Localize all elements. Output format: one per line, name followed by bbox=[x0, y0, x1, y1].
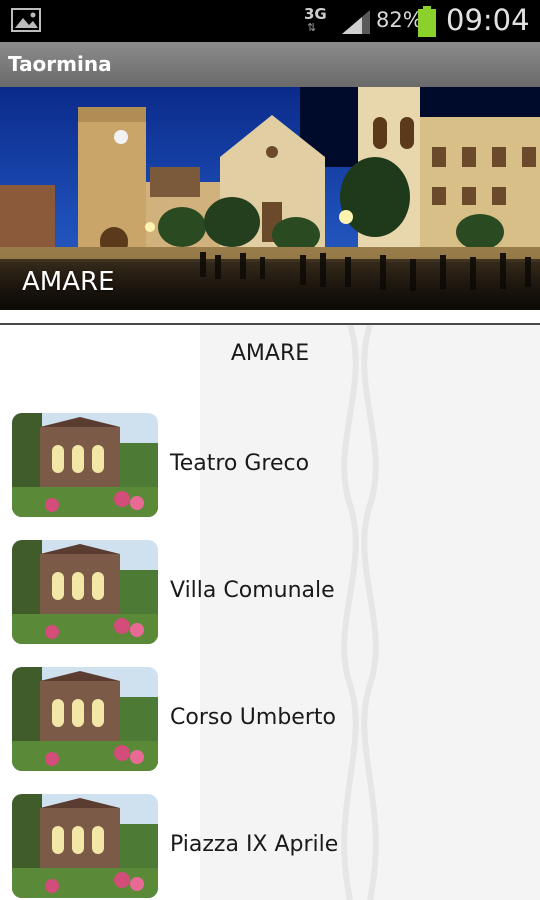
list-item-thumbnail bbox=[12, 667, 158, 771]
list-item-thumbnail bbox=[12, 540, 158, 644]
data-activity-icon: ⇅ bbox=[307, 21, 316, 34]
hero-banner[interactable]: AMARE bbox=[0, 87, 540, 310]
list-item-thumbnail bbox=[12, 794, 158, 898]
status-bar: 3G ⇅ 82% 09:04 bbox=[0, 0, 540, 42]
list-item-label: Teatro Greco bbox=[170, 451, 310, 476]
list-item[interactable]: Villa Comunale bbox=[0, 540, 540, 650]
battery-percent: 82% bbox=[376, 8, 423, 32]
battery-icon bbox=[418, 6, 436, 37]
list-item-thumbnail bbox=[12, 413, 158, 517]
list-item[interactable]: Teatro Greco bbox=[0, 413, 540, 523]
list-item[interactable]: Piazza IX Aprile bbox=[0, 794, 540, 900]
app-title: Taormina bbox=[8, 52, 112, 76]
list-item-label: Corso Umberto bbox=[170, 705, 336, 730]
list-item-label: Villa Comunale bbox=[170, 578, 335, 603]
gallery-icon bbox=[11, 8, 41, 32]
clock: 09:04 bbox=[446, 3, 530, 37]
hero-label: AMARE bbox=[22, 267, 115, 297]
signal-icon bbox=[342, 10, 370, 34]
list-item-label: Piazza IX Aprile bbox=[170, 832, 339, 857]
list-item[interactable]: Corso Umberto bbox=[0, 667, 540, 777]
section-title: AMARE bbox=[230, 341, 310, 366]
content-list: AMARE Teatro Greco Villa Comunale Corso … bbox=[0, 325, 540, 900]
title-bar: Taormina bbox=[0, 42, 540, 87]
